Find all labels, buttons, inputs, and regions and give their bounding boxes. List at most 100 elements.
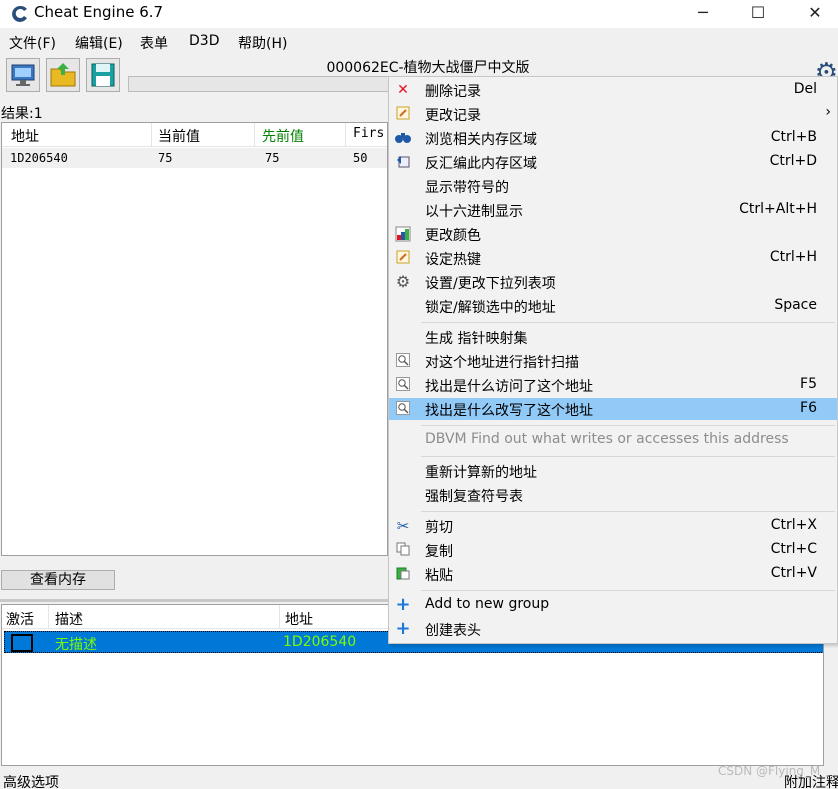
active-checkbox[interactable] — [11, 634, 33, 652]
scan-results-list[interactable]: 地址 当前值 先前值 Firs 1D206540 75 75 50 — [1, 122, 388, 556]
menu-item-set-hotkey[interactable]: 设定热键 Ctrl+H — [389, 247, 837, 269]
results-header: 地址 当前值 先前值 Firs — [2, 123, 387, 147]
menu-item-label: 更改记录 — [425, 108, 481, 124]
menu-item-label: DBVM Find out what writes or accesses th… — [425, 431, 789, 447]
column-divider — [345, 123, 346, 147]
menu-separator — [421, 511, 835, 512]
menu-item-show-hex[interactable]: 以十六进制显示 Ctrl+Alt+H — [389, 199, 837, 221]
gear-icon: ⚙ — [395, 272, 411, 291]
title-bar: Cheat Engine 6.7 ─ ☐ ✕ — [0, 0, 838, 28]
magnifier-icon — [395, 353, 411, 369]
close-button[interactable]: ✕ — [792, 0, 838, 28]
menu-edit[interactable]: 编辑(E) — [75, 33, 123, 53]
menu-item-label: 删除记录 — [425, 84, 481, 100]
column-previous-value[interactable]: 先前值 — [262, 126, 304, 146]
advanced-options-link[interactable]: 高级选项 — [3, 772, 59, 789]
menu-item-disassemble[interactable]: 反汇编此内存区域 Ctrl+D — [389, 151, 837, 173]
menu-item-label: 对这个地址进行指针扫描 — [425, 355, 579, 371]
minimize-button[interactable]: ─ — [680, 0, 726, 28]
menu-file[interactable]: 文件(F) — [9, 33, 56, 53]
row-previous-value: 75 — [265, 151, 280, 165]
menu-item-paste[interactable]: 粘贴 Ctrl+V — [389, 563, 837, 585]
menu-item-change-record[interactable]: 更改记录 › — [389, 103, 837, 125]
cheat-engine-logo-icon — [10, 4, 30, 24]
menu-item-label: 设置/更改下拉列表项 — [425, 276, 556, 292]
menu-item-label: 更改颜色 — [425, 228, 481, 244]
menu-item-label: 显示带符号的 — [425, 180, 509, 196]
magnifier-icon — [395, 401, 411, 417]
menu-item-label: 创建表头 — [425, 623, 481, 639]
results-count: 结果:1 — [1, 106, 43, 122]
menu-item-generate-pointermap[interactable]: 生成 指针映射集 — [389, 326, 837, 348]
menu-item-label: 重新计算新的地址 — [425, 465, 537, 481]
menu-item-label: 强制复查符号表 — [425, 489, 523, 505]
menu-item-recalculate[interactable]: 重新计算新的地址 — [389, 460, 837, 482]
column-address[interactable]: 地址 — [11, 126, 39, 146]
menu-item-label: 反汇编此内存区域 — [425, 156, 537, 172]
maximize-button[interactable]: ☐ — [735, 0, 781, 28]
menu-item-create-header[interactable]: + 创建表头 — [389, 618, 837, 640]
menu-separator — [421, 425, 835, 426]
menu-separator — [421, 590, 835, 591]
disassemble-icon — [395, 154, 411, 170]
menu-item-shortcut: F5 — [800, 376, 817, 392]
binoculars-icon — [395, 130, 411, 146]
table-row[interactable]: 1D206540 75 75 50 — [2, 148, 387, 168]
menu-item-shortcut: Ctrl+Alt+H — [739, 201, 817, 217]
save-button[interactable] — [86, 58, 120, 92]
menu-item-label: 浏览相关内存区域 — [425, 132, 537, 148]
menu-table[interactable]: 表单 — [140, 33, 168, 53]
menu-item-pointer-scan[interactable]: 对这个地址进行指针扫描 — [389, 350, 837, 372]
menu-item-browse-memory[interactable]: 浏览相关内存区域 Ctrl+B — [389, 127, 837, 149]
menu-item-shortcut: Del — [793, 81, 817, 97]
column-address[interactable]: 地址 — [285, 609, 313, 629]
edit-note-icon — [395, 106, 411, 122]
menu-item-copy[interactable]: 复制 Ctrl+C — [389, 539, 837, 561]
color-palette-icon — [395, 226, 411, 242]
watermark: CSDN @Flying_M — [718, 764, 821, 778]
menu-item-label: 粘贴 — [425, 568, 453, 584]
magnifier-icon — [395, 377, 411, 393]
paste-icon — [395, 566, 411, 582]
menu-item-cut[interactable]: ✂ 剪切 Ctrl+X — [389, 515, 837, 537]
menu-item-change-color[interactable]: 更改颜色 — [389, 223, 837, 245]
menu-item-shortcut: Ctrl+V — [770, 565, 817, 581]
column-divider — [279, 605, 280, 629]
column-description[interactable]: 描述 — [55, 609, 83, 629]
menu-help[interactable]: 帮助(H) — [238, 33, 287, 53]
menu-d3d[interactable]: D3D — [189, 33, 219, 49]
menu-item-label: 找出是什么改写了这个地址 — [425, 403, 593, 419]
menu-item-label: 以十六进制显示 — [425, 204, 523, 220]
menu-item-delete-record[interactable]: ✕ 删除记录 Del — [389, 79, 837, 101]
menu-item-label: 找出是什么访问了这个地址 — [425, 379, 593, 395]
column-first-value[interactable]: Firs — [353, 126, 384, 141]
menu-item-shortcut: Ctrl+D — [769, 153, 817, 169]
column-current-value[interactable]: 当前值 — [158, 126, 200, 146]
scissors-icon: ✂ — [396, 517, 410, 535]
menu-item-label: 锁定/解锁选中的地址 — [425, 300, 556, 316]
copy-icon — [395, 542, 411, 558]
menu-item-find-access[interactable]: 找出是什么访问了这个地址 F5 — [389, 374, 837, 396]
menu-item-toggle-freeze[interactable]: 锁定/解锁选中的地址 Space — [389, 295, 837, 317]
menu-item-force-recheck[interactable]: 强制复查符号表 — [389, 484, 837, 506]
column-active[interactable]: 激活 — [6, 609, 34, 629]
column-divider — [254, 123, 255, 147]
menu-item-find-writes[interactable]: 找出是什么改写了这个地址 F6 — [389, 398, 837, 420]
context-menu: ✕ 删除记录 Del 更改记录 › 浏览相关内存区域 Ctrl+B 反汇编此内存… — [388, 76, 838, 644]
computer-icon — [11, 64, 35, 86]
select-process-button[interactable] — [6, 58, 40, 92]
open-folder-icon — [50, 63, 76, 87]
view-memory-button[interactable]: 查看内存 — [1, 570, 115, 590]
open-file-button[interactable] — [46, 58, 80, 92]
menu-item-add-group[interactable]: + Add to new group — [389, 594, 837, 616]
hotkey-icon — [395, 250, 411, 266]
menu-item-label: 生成 指针映射集 — [425, 331, 528, 347]
menu-item-dropdown-settings[interactable]: ⚙ 设置/更改下拉列表项 — [389, 271, 837, 293]
menu-item-shortcut: Ctrl+B — [770, 129, 817, 145]
menu-item-shortcut: Ctrl+X — [770, 517, 817, 533]
menu-item-show-signed[interactable]: 显示带符号的 — [389, 175, 837, 197]
menu-item-label: 剪切 — [425, 520, 453, 536]
process-title: 000062EC-植物大战僵尸中文版 — [326, 60, 530, 76]
row-address: 1D206540 — [283, 634, 357, 650]
menu-item-shortcut: Ctrl+C — [770, 541, 817, 557]
